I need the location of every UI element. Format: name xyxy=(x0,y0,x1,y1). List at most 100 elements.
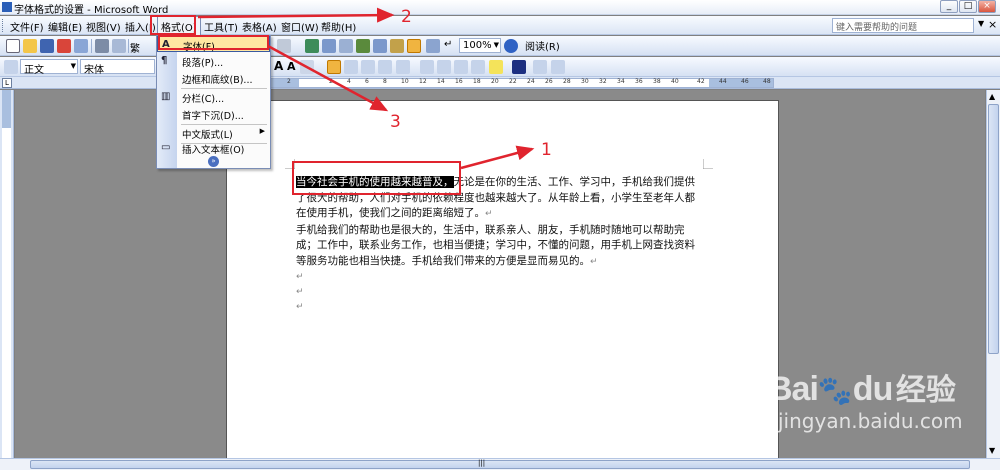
drawing-icon[interactable] xyxy=(390,39,404,53)
ruler-tick: 12 xyxy=(419,78,427,85)
print-icon[interactable] xyxy=(95,39,109,53)
style-select[interactable]: 正文 ▼ xyxy=(20,59,78,76)
menu-tools[interactable]: 工具(T) xyxy=(204,19,238,34)
insert-table-icon[interactable] xyxy=(339,39,353,53)
align-right-icon[interactable] xyxy=(361,60,375,74)
align-center-icon[interactable] xyxy=(344,60,358,74)
minimize-button[interactable]: _ xyxy=(940,0,958,13)
empty-paragraph[interactable]: ↵ xyxy=(296,270,701,285)
vertical-scroll-thumb[interactable] xyxy=(988,104,999,354)
open-folder-icon[interactable] xyxy=(23,39,37,53)
menu-help[interactable]: 帮助(H) xyxy=(321,19,356,34)
word-app-icon[interactable] xyxy=(2,2,12,12)
format-menu-dropdown: A 字体(F)... ¶ 段落(P)... 边框和底纹(B)... ▥ 分栏(C… xyxy=(156,35,271,169)
increase-indent-icon[interactable] xyxy=(471,60,485,74)
menu-item-drop-cap[interactable]: 首字下沉(D)... xyxy=(157,106,270,122)
ruler-tick: 38 xyxy=(653,78,661,85)
menu-item-text-box[interactable]: ▭ 插入文本框(O) xyxy=(157,140,270,156)
menu-window[interactable]: 窗口(W) xyxy=(281,19,319,34)
character-scale-icon[interactable] xyxy=(300,60,314,74)
zoom-value: 100% xyxy=(463,40,492,51)
ruler-tick: 10 xyxy=(401,78,409,85)
menu-item-label: 中文版式(L) xyxy=(182,130,233,141)
document-page[interactable]: 当今社会手机的使用越来越普及，无论是在你的生活、工作、学习中，手机给我们提供了很… xyxy=(226,100,779,470)
font-select[interactable]: 宋体 xyxy=(80,59,155,76)
document-body[interactable]: 当今社会手机的使用越来越普及，无论是在你的生活、工作、学习中，手机给我们提供了很… xyxy=(296,175,701,315)
document-map-icon[interactable] xyxy=(407,39,421,53)
text-box-icon: ▭ xyxy=(161,142,171,153)
paragraph-2[interactable]: 手机给我们的帮助也是很大的，生活中，联系亲人、朋友，手机随时随地可以帮助完成；工… xyxy=(296,223,701,271)
phonetic-guide-icon[interactable] xyxy=(533,60,547,74)
menu-item-columns[interactable]: ▥ 分栏(C)... xyxy=(157,89,270,105)
ruler-tick: 6 xyxy=(365,78,369,85)
menu-item-paragraph[interactable]: ¶ 段落(P)... xyxy=(157,53,270,69)
justify-icon[interactable] xyxy=(378,60,392,74)
annotation-box-format-menu xyxy=(150,15,196,35)
enclose-characters-icon[interactable] xyxy=(551,60,565,74)
maximize-button[interactable]: □ xyxy=(959,0,977,13)
style-value: 正文 xyxy=(24,65,44,76)
numbering-icon[interactable] xyxy=(420,60,434,74)
bullets-icon[interactable] xyxy=(437,60,451,74)
horizontal-ruler[interactable]: 2 2 4 6 8 10 12 14 16 18 20 22 24 26 28 … xyxy=(228,78,774,88)
print-preview-icon[interactable] xyxy=(112,39,126,53)
empty-paragraph[interactable]: ↵ xyxy=(296,285,701,300)
menu-file[interactable]: 文件(F) xyxy=(10,19,44,34)
new-document-icon[interactable] xyxy=(6,39,20,53)
vertical-scrollbar[interactable]: ▲ ▼ xyxy=(986,90,1000,458)
ruler-tick: 4 xyxy=(347,78,351,85)
read-mode-button[interactable]: 阅读(R) xyxy=(525,38,560,53)
email-icon[interactable] xyxy=(74,39,88,53)
horizontal-scroll-thumb[interactable] xyxy=(30,460,970,469)
vertical-ruler[interactable] xyxy=(0,90,14,458)
ruler-tick: 46 xyxy=(741,78,749,85)
help-icon[interactable] xyxy=(504,39,518,53)
chevron-down-icon[interactable]: ▼ xyxy=(978,19,984,28)
menubar-grip[interactable] xyxy=(2,19,5,32)
insert-excel-icon[interactable] xyxy=(356,39,370,53)
highlight-icon[interactable] xyxy=(489,60,503,74)
tab-selector[interactable]: L xyxy=(2,78,12,88)
tables-borders-icon[interactable] xyxy=(322,39,336,53)
menu-item-label: 段落(P)... xyxy=(182,58,224,69)
close-window-button[interactable]: × xyxy=(978,0,996,13)
standard-toolbar: 繁 ↵ 100% ▼ 阅读(R) xyxy=(0,36,1000,56)
align-left-icon[interactable] xyxy=(327,60,341,74)
grow-font-button[interactable]: A xyxy=(274,59,283,73)
line-spacing-icon[interactable] xyxy=(396,60,410,74)
show-hide-icon[interactable] xyxy=(426,39,440,53)
shrink-font-button[interactable]: A xyxy=(287,60,296,73)
font-value: 宋体 xyxy=(84,65,104,76)
zoom-select[interactable]: 100% ▼ xyxy=(459,38,501,53)
chevron-down-icon[interactable]: ▼ xyxy=(494,41,499,49)
columns-icon[interactable] xyxy=(373,39,387,53)
redo-icon[interactable] xyxy=(277,39,291,53)
watermark-logo-2: du xyxy=(852,370,894,408)
font-color-icon[interactable] xyxy=(512,60,526,74)
hyperlink-icon[interactable] xyxy=(305,39,319,53)
decrease-indent-icon[interactable] xyxy=(454,60,468,74)
ruler-tick: 34 xyxy=(617,78,625,85)
menu-table[interactable]: 表格(A) xyxy=(242,19,277,34)
paragraph-icon: ¶ xyxy=(161,55,168,66)
menu-edit[interactable]: 编辑(E) xyxy=(48,19,82,34)
chevron-down-icon[interactable]: ▼ xyxy=(71,62,76,70)
show-formatting-icon[interactable]: ↵ xyxy=(444,39,452,50)
save-icon[interactable] xyxy=(40,39,54,53)
scroll-up-icon[interactable]: ▲ xyxy=(989,92,995,101)
annotation-box-selected-text xyxy=(292,161,461,195)
menu-item-borders-shading[interactable]: 边框和底纹(B)... xyxy=(157,70,270,86)
menu-item-asian-layout[interactable]: 中文版式(L) ▶ xyxy=(157,125,270,141)
traditional-chinese-button[interactable]: 繁 xyxy=(130,40,140,55)
close-document-icon[interactable]: × xyxy=(988,18,997,31)
empty-paragraph[interactable]: ↵ xyxy=(296,300,701,315)
menu-view[interactable]: 视图(V) xyxy=(86,19,121,34)
permission-icon[interactable] xyxy=(57,39,71,53)
ruler-tick: 18 xyxy=(473,78,481,85)
styles-formatting-icon[interactable] xyxy=(4,60,18,74)
expand-menu-icon[interactable]: » xyxy=(208,156,219,167)
scroll-down-icon[interactable]: ▼ xyxy=(989,446,995,455)
baidu-jingyan-watermark: Bai🐾du 经验 jingyan.baidu.com xyxy=(768,365,963,433)
help-search-input[interactable]: 键入需要帮助的问题 xyxy=(832,18,974,33)
horizontal-scrollbar[interactable]: ||| xyxy=(0,458,1000,470)
